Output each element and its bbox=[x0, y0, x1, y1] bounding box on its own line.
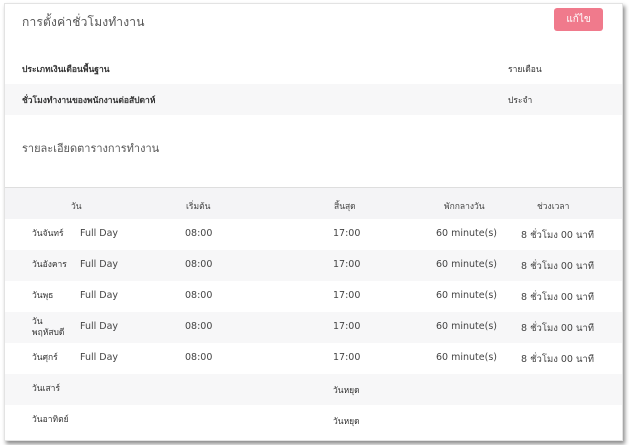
row-start-time: 08:00 bbox=[185, 290, 213, 301]
row-end-time: 17:00 bbox=[333, 321, 361, 332]
column-header-end: สิ้นสุด bbox=[334, 202, 356, 212]
table-header: วัน เริ่มต้น สิ้นสุด พักกลางวัน ช่วงเวลา bbox=[5, 188, 622, 219]
row-day-name: วันจันทร์ bbox=[32, 229, 64, 239]
table-row: วันศุกร์ Full Day 08:00 17:00 60 minute(s) 8 … bbox=[5, 343, 622, 374]
row-break: 60 minute(s) bbox=[436, 321, 497, 332]
info-value: ประจำ bbox=[508, 95, 533, 106]
card-header: การตั้งค่าชั่วโมงทำงาน แก้ไข bbox=[5, 4, 622, 40]
column-header-break: พักกลางวัน bbox=[444, 202, 485, 212]
row-end-time: วันหยุด bbox=[333, 417, 360, 427]
column-header-duration: ช่วงเวลา bbox=[537, 202, 570, 212]
row-break: 60 minute(s) bbox=[436, 228, 497, 239]
edit-button[interactable]: แก้ไข bbox=[554, 8, 603, 31]
row-day-type: Full Day bbox=[80, 352, 119, 363]
table-row: วันจันทร์ Full Day 08:00 17:00 60 minute(s) 8… bbox=[5, 219, 622, 250]
row-day-type: Full Day bbox=[80, 290, 119, 301]
row-end-time: 17:00 bbox=[333, 290, 361, 301]
table-row: วันอังคาร Full Day 08:00 17:00 60 minute(s) 8… bbox=[5, 250, 622, 281]
row-duration: 8 ชั่วโมง 00 นาที bbox=[521, 292, 595, 303]
row-duration: 8 ชั่วโมง 00 นาที bbox=[521, 230, 595, 241]
info-label: ประเภทเงินเดือนพื้นฐาน bbox=[22, 64, 110, 75]
row-day-name: วันศุกร์ bbox=[32, 353, 58, 363]
column-header-start: เริ่มต้น bbox=[186, 202, 211, 212]
table-row: วันพุธ Full Day 08:00 17:00 60 minute(s) 8 ชั… bbox=[5, 281, 622, 312]
column-header-day: วัน bbox=[71, 202, 82, 212]
row-end-time: 17:00 bbox=[333, 259, 361, 270]
row-break: 60 minute(s) bbox=[436, 290, 497, 301]
info-row-salary-type: ประเภทเงินเดือนพื้นฐาน รายเดือน bbox=[5, 53, 622, 84]
row-break: 60 minute(s) bbox=[436, 352, 497, 363]
table-row: วันเสาร์ วันหยุด bbox=[5, 374, 622, 405]
row-start-time: 08:00 bbox=[185, 259, 213, 270]
info-value: รายเดือน bbox=[508, 64, 542, 75]
info-label: ชั่วโมงทำงานของพนักงานต่อสัปดาห์ bbox=[22, 95, 156, 106]
row-start-time: 08:00 bbox=[185, 228, 213, 239]
row-day-name: วันอาทิตย์ bbox=[32, 415, 69, 425]
section-title: รายละเอียดตารางการทำงาน bbox=[22, 142, 160, 155]
row-duration: 8 ชั่วโมง 00 นาที bbox=[521, 261, 595, 272]
row-duration: 8 ชั่วโมง 00 นาที bbox=[521, 354, 595, 365]
row-duration: 8 ชั่วโมง 00 นาที bbox=[521, 323, 595, 334]
row-day-type: Full Day bbox=[80, 259, 119, 270]
row-end-time: 17:00 bbox=[333, 352, 361, 363]
row-day-name: วันเสาร์ bbox=[32, 384, 61, 394]
row-day-name: วันอังคาร bbox=[32, 260, 67, 270]
info-row-weekly-hours: ชั่วโมงทำงานของพนักงานต่อสัปดาห์ ประจำ bbox=[5, 84, 622, 115]
row-break: 60 minute(s) bbox=[436, 259, 497, 270]
row-start-time: 08:00 bbox=[185, 321, 213, 332]
row-day-type: Full Day bbox=[80, 321, 119, 332]
row-end-time: 17:00 bbox=[333, 228, 361, 239]
work-hours-settings-card: การตั้งค่าชั่วโมงทำงาน แก้ไข ประเภทเงินเ… bbox=[4, 3, 623, 441]
table-row: วัน พฤหัสบดี Full Day 08:00 17:00 60 minute(… bbox=[5, 312, 622, 343]
table-row: วันอาทิตย์ วันหยุด bbox=[5, 405, 622, 436]
page-title: การตั้งค่าชั่วโมงทำงาน bbox=[22, 15, 145, 29]
row-day-name: วันพุธ bbox=[32, 291, 54, 301]
row-day-type: Full Day bbox=[80, 228, 119, 239]
row-start-time: 08:00 bbox=[185, 352, 213, 363]
row-end-time: วันหยุด bbox=[333, 386, 360, 396]
row-day-name: วัน พฤหัสบดี bbox=[32, 317, 65, 338]
